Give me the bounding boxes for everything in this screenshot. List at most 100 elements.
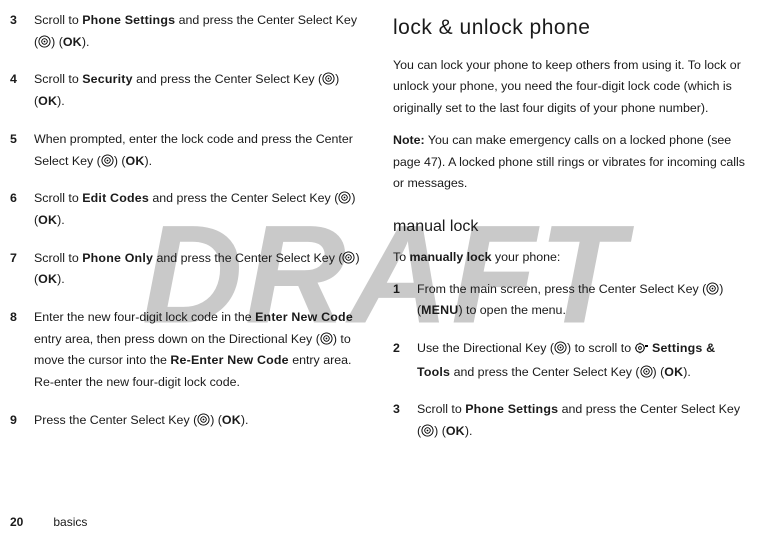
text: ) to scroll to [567,341,634,355]
text: and press the Center Select Key ( [153,251,342,265]
text: entry area, then press down on the Direc… [34,332,320,346]
text: Use the Directional Key ( [417,341,554,355]
lead-sentence: To manually lock your phone: [393,247,746,269]
text: ) ( [434,424,446,438]
center-select-icon [101,154,114,167]
step-body: Scroll to Edit Codes and press the Cente… [34,188,363,231]
text: ) ( [114,154,126,168]
key-label: OK [446,424,465,438]
step-body: Enter the new four-digit lock code in th… [34,307,363,394]
page-footer: 20 basics [10,512,87,533]
text: your phone: [491,250,560,264]
term: Re-Enter New Code [170,353,288,367]
section-name: basics [53,515,87,529]
step-number: 8 [10,307,34,394]
key-label: OK [63,35,82,49]
text: and press the Center Select Key ( [133,72,322,86]
right-step-3: 3 Scroll to Phone Settings and press the… [393,399,746,442]
note-label: Note: [393,133,425,147]
center-select-icon [342,251,355,264]
center-select-icon [706,282,719,295]
text: Scroll to [34,191,82,205]
step-4: 4 Scroll to Security and press the Cente… [10,69,363,112]
step-number: 3 [10,10,34,53]
text: When prompted, enter the lock code and p… [34,132,353,168]
text: ). [57,94,65,108]
text: Scroll to [417,402,465,416]
step-number: 6 [10,188,34,231]
text: Scroll to [34,13,82,27]
term: Phone Only [82,251,153,265]
page-columns: 3 Scroll to Phone Settings and press the… [0,0,768,459]
step-number: 7 [10,248,34,291]
step-8: 8 Enter the new four-digit lock code in … [10,307,363,394]
bold-term: manually lock [410,250,492,264]
key-label: OK [222,413,241,427]
right-column: lock & unlock phone You can lock your ph… [393,10,746,459]
step-body: Scroll to Phone Settings and press the C… [34,10,363,53]
key-label: OK [38,94,57,108]
intro-paragraph: You can lock your phone to keep others f… [393,55,746,120]
text: Press the Center Select Key ( [34,413,197,427]
center-select-icon [38,35,51,48]
right-step-2: 2 Use the Directional Key ( ) to scroll t… [393,338,746,383]
step-3: 3 Scroll to Phone Settings and press the… [10,10,363,53]
step-7: 7 Scroll to Phone Only and press the Cen… [10,248,363,291]
step-number: 3 [393,399,417,442]
center-select-icon [421,424,434,437]
key-label: OK [664,365,683,379]
key-label: MENU [421,303,458,317]
center-select-icon [322,72,335,85]
step-body: When prompted, enter the lock code and p… [34,129,363,172]
text: and press the Center Select Key ( [149,191,338,205]
term: Phone Settings [465,402,558,416]
text: ). [683,365,691,379]
step-number: 4 [10,69,34,112]
step-body: Scroll to Phone Only and press the Cente… [34,248,363,291]
text: and press the Center Select Key ( [450,365,639,379]
text: ) ( [210,413,222,427]
step-body: Scroll to Security and press the Center … [34,69,363,112]
step-body: Press the Center Select Key ( ) (OK). [34,410,363,432]
text: Scroll to [34,72,82,86]
text: From the main screen, press the Center S… [417,282,706,296]
term: Security [82,72,133,86]
step-number: 9 [10,410,34,432]
directional-key-icon [320,332,333,345]
section-heading: lock & unlock phone [393,10,746,47]
step-body: Scroll to Phone Settings and press the C… [417,399,746,442]
step-6: 6 Scroll to Edit Codes and press the Cen… [10,188,363,231]
directional-key-icon [554,341,567,354]
subsection-heading: manual lock [393,213,746,241]
step-number: 1 [393,279,417,322]
step-9: 9 Press the Center Select Key ( ) (OK). [10,410,363,432]
text: Enter the new four-digit lock code in th… [34,310,255,324]
step-number: 2 [393,338,417,383]
text: ). [145,154,153,168]
text: ). [465,424,473,438]
step-5: 5 When prompted, enter the lock code and… [10,129,363,172]
key-label: OK [126,154,145,168]
step-body: From the main screen, press the Center S… [417,279,746,322]
text: You can make emergency calls on a locked… [393,133,745,190]
text: ). [241,413,249,427]
text: ). [57,272,65,286]
text: ) to open the menu. [458,303,565,317]
center-select-icon [640,365,653,378]
text: Scroll to [34,251,82,265]
text: ) ( [653,365,665,379]
term: Enter New Code [255,310,353,324]
text: ). [82,35,90,49]
term: Phone Settings [82,13,175,27]
left-column: 3 Scroll to Phone Settings and press the… [10,10,363,459]
text: ). [57,213,65,227]
key-label: OK [38,272,57,286]
page-number: 20 [10,515,23,529]
step-body: Use the Directional Key () to scroll to … [417,338,746,383]
term: Edit Codes [82,191,149,205]
center-select-icon [197,413,210,426]
text: ) ( [51,35,63,49]
step-number: 5 [10,129,34,172]
key-label: OK [38,213,57,227]
note-paragraph: Note: You can make emergency calls on a … [393,130,746,195]
